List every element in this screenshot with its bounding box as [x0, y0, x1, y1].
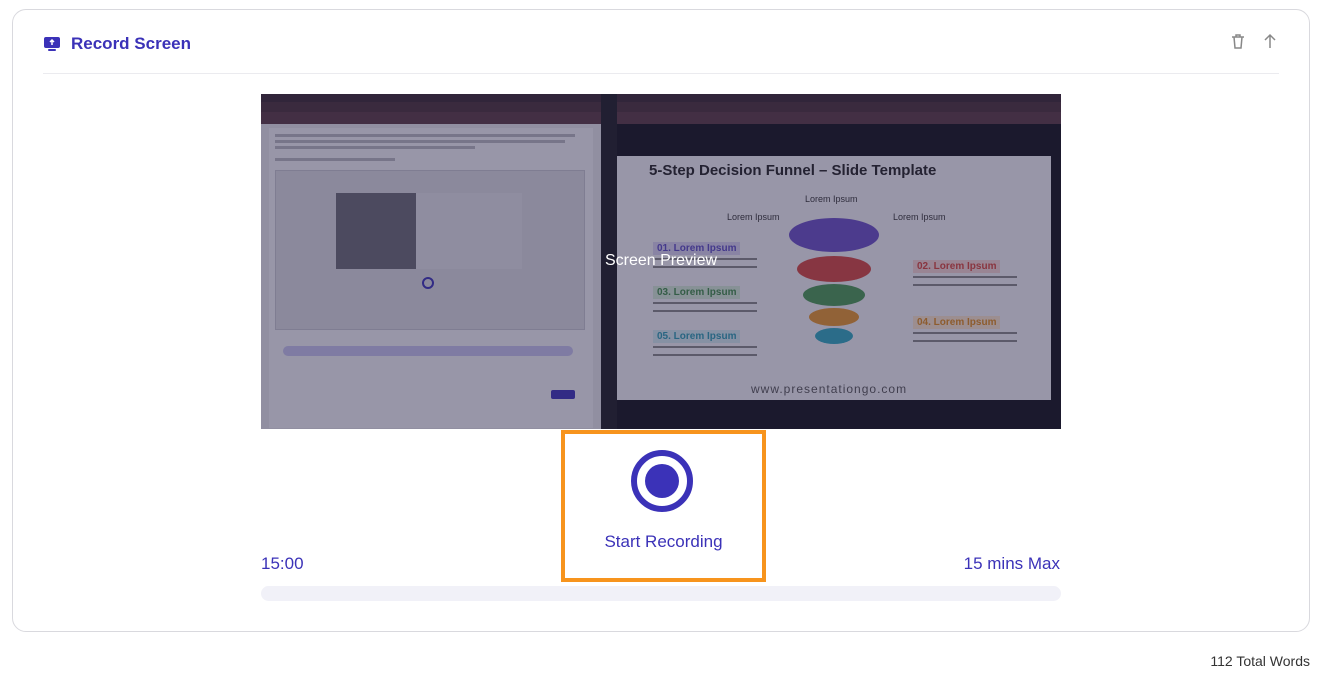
- start-recording-button[interactable]: [631, 450, 693, 512]
- start-recording-label[interactable]: Start Recording: [565, 532, 762, 552]
- preview-label: Screen Preview: [604, 252, 718, 269]
- card-header: Record Screen: [43, 32, 191, 56]
- screen-preview: 5-Step Decision Funnel – Slide Template …: [261, 94, 1061, 429]
- arrow-up-icon[interactable]: [1261, 32, 1279, 50]
- max-duration-label: 15 mins Max: [963, 554, 1060, 573]
- record-screen-card: Record Screen 5-Step Decision Funnel – S…: [12, 9, 1310, 632]
- record-control-highlight: Start Recording: [561, 430, 766, 582]
- total-words-count: 112 Total Words: [1210, 653, 1310, 669]
- card-actions: [1229, 32, 1279, 50]
- card-title: Record Screen: [71, 34, 191, 53]
- trash-icon[interactable]: [1229, 32, 1247, 50]
- recording-progress-bar: [261, 586, 1061, 601]
- recording-timer: 15:00: [261, 554, 304, 573]
- header-divider: [43, 73, 1279, 74]
- record-screen-icon: [44, 37, 60, 51]
- record-dot-icon: [645, 464, 679, 498]
